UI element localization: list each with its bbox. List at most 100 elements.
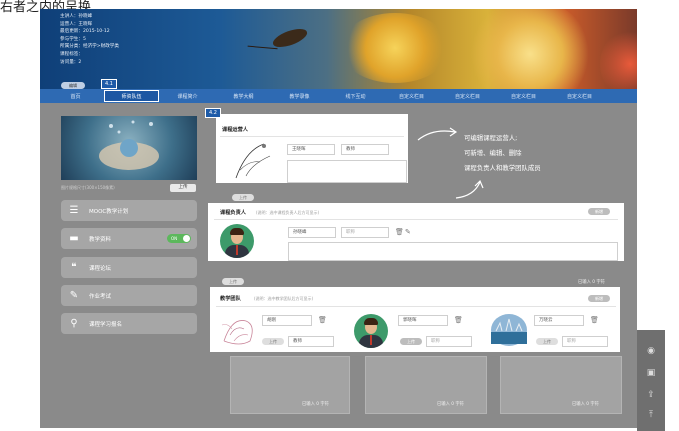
thumbnail-spec: 图片规格尺寸(300×150像素): [61, 185, 115, 190]
sidebar-item-label: 课程论坛: [89, 265, 112, 272]
operator-name-field[interactable]: 王晓晖: [287, 144, 335, 155]
member-name-field[interactable]: 万晓云: [534, 315, 584, 326]
to-top-icon[interactable]: ⤒: [642, 408, 660, 422]
folder-icon: ▬: [69, 232, 79, 244]
operator-panel: 课程运营人 王晓晖 教师: [216, 114, 408, 183]
owner-bio-field[interactable]: [288, 242, 618, 261]
upload-thumbnail-button[interactable]: 上传: [170, 184, 196, 192]
operator-title-field[interactable]: 教师: [341, 144, 389, 155]
step-tag-4-2: 4.2: [205, 108, 221, 118]
annotation-line: 可编辑课程运营人;: [464, 134, 518, 142]
trash-icon[interactable]: 🗑: [590, 317, 599, 324]
sidebar-item-mooc-plan[interactable]: ☰ MOOC教学计划: [61, 200, 197, 221]
course-info-line: 访问量：2: [60, 59, 82, 65]
save-icon[interactable]: ▣: [642, 366, 660, 380]
owner-char-count: 已输入 0 字符: [578, 280, 605, 285]
member-char-count: 已输入 0 字符: [572, 402, 599, 407]
banner-flower: [470, 9, 590, 89]
operator-upload-button[interactable]: 上传: [232, 194, 254, 201]
divider: [216, 306, 616, 307]
tab-syllabus[interactable]: 教学大纲: [216, 90, 271, 102]
owner-avatar: [220, 224, 254, 258]
tab-home[interactable]: 首页: [48, 90, 103, 102]
tab-custom-1[interactable]: 自定义栏目: [384, 90, 439, 102]
edit-icon[interactable]: ✎: [405, 229, 411, 236]
trash-icon[interactable]: 🗑: [395, 229, 404, 236]
course-thumbnail: [61, 116, 197, 180]
divider: [220, 136, 404, 137]
member-name-field[interactable]: 胡刚: [262, 315, 312, 326]
trash-icon[interactable]: 🗑: [318, 317, 327, 324]
owner-name-field[interactable]: 孙晓峰: [288, 227, 336, 238]
sidebar-item-label: 教学资料: [89, 236, 112, 243]
tab-custom-4[interactable]: 自定义栏目: [552, 90, 607, 102]
banner-insect: [270, 25, 310, 51]
banner-flower: [600, 29, 637, 89]
member-title-field[interactable]: 教师: [288, 336, 334, 347]
divider: [214, 219, 618, 220]
sidebar-item-label: 作业考试: [89, 293, 112, 300]
location-pin-icon: ⚲: [70, 317, 78, 329]
member-photo: [221, 320, 253, 345]
team-add-button[interactable]: 新增: [588, 295, 610, 302]
banner-flower: [340, 13, 450, 83]
course-info: 主讲人：孙晓峰 运营人：王晓晖 最后更新：2015-10-12 参与学生：5 所…: [60, 13, 119, 66]
trash-icon[interactable]: 🗑: [454, 317, 463, 324]
member-avatar: [354, 314, 388, 348]
eye-icon[interactable]: ◉: [642, 344, 660, 358]
annotation-line: 可新增、编辑、删除: [464, 149, 522, 157]
edit-info-button[interactable]: 编辑: [61, 82, 85, 89]
course-info-line: 参与学生：5: [60, 36, 86, 42]
chat-icon: ❝: [71, 261, 77, 273]
annotation-line: 课程负责人和教学团队成员: [464, 164, 541, 172]
owner-upload-button[interactable]: 上传: [222, 278, 244, 285]
hands-globe-image: [99, 120, 159, 170]
member-title-field[interactable]: 职称: [426, 336, 472, 347]
sidebar-item-label: MOOC教学计划: [89, 208, 129, 215]
owner-panel: 课程负责人 (说明：选中课程负责人后方可显示) 新增 孙晓峰 职称 🗑 ✎: [208, 203, 624, 261]
member-bio-field[interactable]: [500, 356, 622, 414]
owner-title-field[interactable]: 职称: [341, 227, 389, 238]
operator-bio-field[interactable]: [287, 160, 407, 183]
owner-hint: (说明：选中课程负责人后方可显示): [256, 210, 320, 215]
course-info-line: 最后更新：2015-10-12: [60, 29, 110, 35]
sidebar-item-label: 课程学习报名: [89, 321, 123, 328]
course-info-line: 课程标签：: [60, 51, 83, 57]
member-upload-button[interactable]: 上传: [400, 338, 422, 345]
list-icon: ☰: [69, 204, 79, 216]
materials-toggle[interactable]: ON: [167, 234, 191, 243]
member-title-field[interactable]: 职称: [562, 336, 608, 347]
owner-title: 课程负责人: [220, 210, 246, 216]
tab-teachers[interactable]: 师资队伍: [104, 90, 159, 102]
screenshot-stage: { "caption": "右者之内的呈换", "course_info": {…: [0, 0, 679, 431]
team-title: 教学团队: [220, 296, 241, 302]
course-info-line: 运营人：王晓晖: [60, 21, 93, 27]
course-banner: 主讲人：孙晓峰 运营人：王晓晖 最后更新：2015-10-12 参与学生：5 所…: [40, 9, 637, 89]
team-hint: (说明：选中教学团队后方可显示): [254, 296, 314, 301]
tab-offline[interactable]: 线下互动: [328, 90, 383, 102]
member-name-field[interactable]: 郭晓晖: [398, 315, 448, 326]
step-tag-4-1: 4.1: [101, 79, 117, 89]
share-icon[interactable]: ⇪: [642, 388, 660, 402]
operator-photo: [235, 143, 271, 179]
member-bio-field[interactable]: [365, 356, 487, 414]
operator-title: 课程运营人: [222, 127, 248, 133]
tab-custom-3[interactable]: 自定义栏目: [496, 90, 551, 102]
tab-custom-2[interactable]: 自定义栏目: [440, 90, 495, 102]
owner-add-button[interactable]: 新增: [588, 208, 610, 215]
course-info-line: 主讲人：孙晓峰: [60, 14, 93, 19]
pencil-icon: ✎: [69, 289, 79, 301]
arrow-down-icon: [455, 179, 484, 199]
sidebar-item-enroll[interactable]: ⚲ 课程学习报名: [61, 313, 197, 334]
team-panel: 教学团队 (说明：选中教学团队后方可显示) 新增 胡刚 🗑 上传 教师 郭晓晖 …: [210, 287, 620, 352]
sidebar-item-forum[interactable]: ❝ 课程论坛: [61, 257, 197, 278]
member-upload-button[interactable]: 上传: [262, 338, 284, 345]
sidebar-item-materials[interactable]: ▬ 教学资料 ON: [61, 228, 197, 249]
member-upload-button[interactable]: 上传: [536, 338, 558, 345]
sidebar-item-exams[interactable]: ✎ 作业考试: [61, 285, 197, 306]
course-nav: 首页 师资队伍 课程简介 教学大纲 教学录像 线下互动 自定义栏目 自定义栏目 …: [40, 89, 637, 103]
member-bio-field[interactable]: [230, 356, 350, 414]
tab-intro[interactable]: 课程简介: [160, 90, 215, 102]
tab-videos[interactable]: 教学录像: [272, 90, 327, 102]
member-char-count: 已输入 0 字符: [302, 402, 329, 407]
